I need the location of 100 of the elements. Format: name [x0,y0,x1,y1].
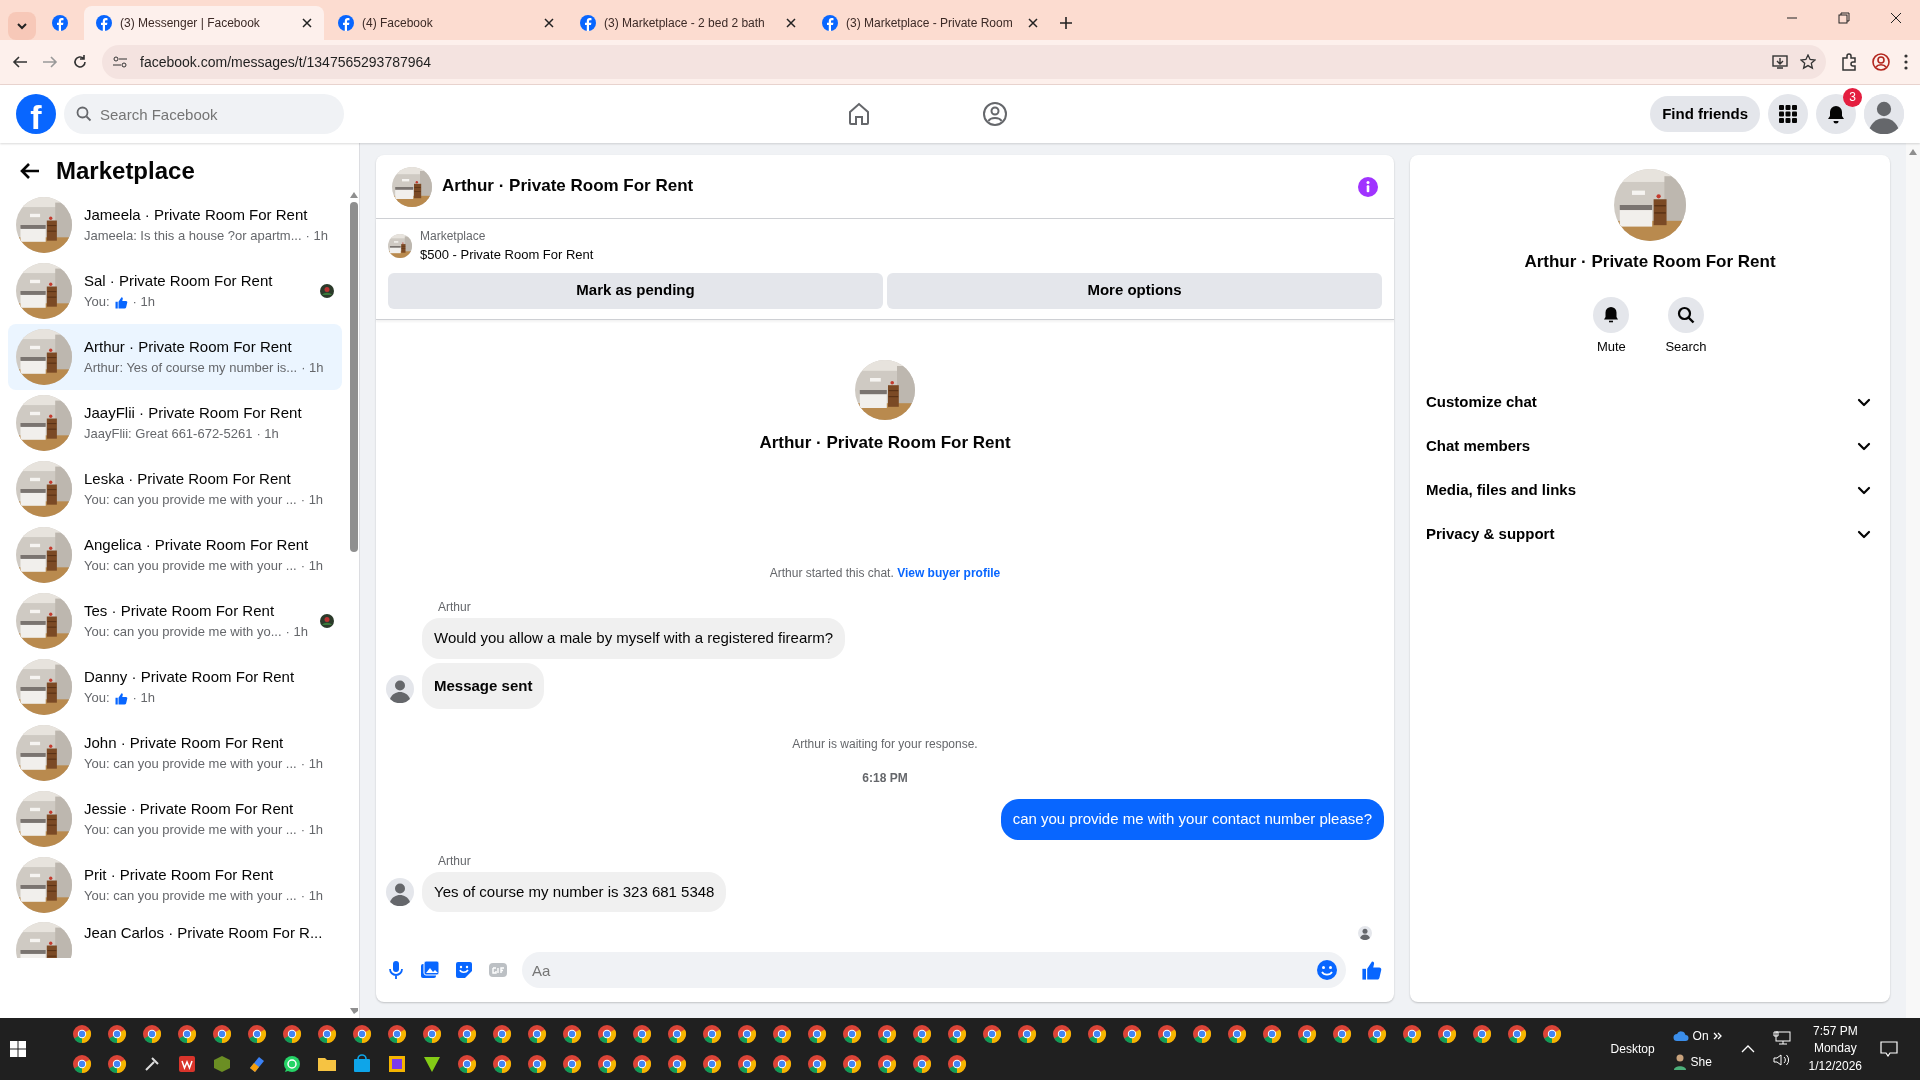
message-time: · 1h [285,623,308,642]
site-settings-icon[interactable] [112,54,128,70]
listing-title[interactable]: $500 - Private Room For Rent [420,245,594,265]
browser-icon [107,1054,127,1074]
browser-icon [737,1024,757,1044]
conversation-name: Leska · Private Room For Rent [84,468,292,489]
details-section[interactable]: Media, files and links [1426,468,1874,512]
forward-icon[interactable] [42,54,58,70]
close-icon[interactable] [1890,12,1902,24]
listing-button[interactable]: Mark as pending [388,272,883,309]
conversation-item[interactable]: Sal · Private Room For Rent You: · 1h [8,257,342,324]
person-icon[interactable] [1672,1054,1687,1070]
volume-icon[interactable] [1772,1053,1791,1067]
browser-icon [562,1054,582,1074]
profile-icon[interactable] [1872,53,1890,71]
clock-date[interactable]: 1/12/2026 [1808,1057,1862,1076]
tray-app-label[interactable]: She [1690,1053,1712,1071]
conversation-item[interactable]: JaayFlii · Private Room For Rent JaayFlii: Great 661-672-5261 · 1h [8,389,342,456]
overflow-icon[interactable] [1712,1032,1723,1040]
details-section[interactable]: Chat members [1426,424,1874,468]
account-button[interactable] [1864,94,1904,134]
close-icon[interactable] [786,18,796,28]
timestamp: 6:18 PM [861,770,909,787]
browser-icon [562,1024,582,1044]
details-section[interactable]: Customize chat [1426,380,1874,424]
home-icon[interactable] [846,101,872,127]
browser-tab[interactable]: (3) Messenger | Facebook [84,6,324,40]
conversation-item[interactable]: Tes · Private Room For Rent You: can you provide me with yo... · 1h [8,587,342,654]
more-icon[interactable] [1904,54,1908,70]
buyer-profile-link[interactable]: View buyer profile [897,566,1001,580]
scroll-up-icon[interactable] [350,191,359,198]
tray-app-label[interactable]: On [1692,1027,1709,1045]
clock-day[interactable]: Monday [1813,1040,1857,1058]
start-icon[interactable] [10,1041,26,1057]
image-icon[interactable] [420,960,440,980]
conversation-name: Angelica · Private Room For Rent [84,534,310,555]
conversation-item[interactable]: Danny · Private Room For Rent You: · 1h [8,653,342,720]
network-icon[interactable] [1772,1031,1791,1045]
find-friends-button[interactable]: Find friends [1650,96,1760,132]
system-message: Arthur started this chat. View buyer profile [768,565,1002,582]
browser-tab[interactable]: (3) Marketplace - 2 bed 2 bath [568,6,808,40]
cloud-icon[interactable] [1672,1030,1689,1042]
microphone-icon[interactable] [386,960,406,980]
people-icon[interactable] [982,101,1008,127]
conversation-item[interactable]: Jameela · Private Room For Rent Jameela: Is this a house ?or apartm... · 1h [8,191,342,258]
apps-menu-button[interactable] [1768,94,1808,134]
message-input[interactable]: Aa [522,952,1346,988]
browser-icon [282,1024,302,1044]
scrollbar-thumb[interactable] [350,201,359,552]
star-icon[interactable] [1800,54,1816,70]
logo-icon [580,15,596,31]
tab-menu-icon[interactable] [8,12,36,40]
browser-icon [492,1054,512,1074]
restore-icon[interactable] [1838,12,1850,24]
conversation-item[interactable]: Leska · Private Room For Rent You: can you provide me with your ... · 1h [8,455,342,522]
search-button[interactable] [1668,296,1704,333]
conversation-item[interactable]: John · Private Room For Rent You: can you provide me with your ... · 1h [8,719,342,786]
browser-tab[interactable]: (4) Facebook [326,6,566,40]
info-icon[interactable] [1358,176,1378,197]
browser-icon [632,1054,652,1074]
browser-icon [1262,1024,1282,1044]
logo[interactable]: f [16,94,56,134]
close-icon[interactable] [544,18,554,28]
browser-icon [1087,1024,1107,1044]
sticker-icon[interactable] [454,960,474,980]
listing-button[interactable]: More options [887,272,1382,309]
details-section[interactable]: Privacy & support [1426,512,1874,556]
reload-icon[interactable] [72,54,88,70]
search-field[interactable]: Search Facebook [64,94,344,134]
back-icon[interactable] [12,54,28,70]
notification-center-icon[interactable] [1880,1041,1898,1057]
browser-icon [1542,1024,1562,1044]
chevron-up-icon[interactable] [1740,1045,1755,1053]
conversation-name: Prit · Private Room For Rent [84,864,275,885]
conversation-item[interactable]: Jessie · Private Room For Rent You: can you provide me with your ... · 1h [8,785,342,852]
conversation-item[interactable]: Jean Carlos · Private Room For R... [8,917,342,958]
close-icon[interactable] [302,18,312,28]
browser-icon [912,1024,932,1044]
address-bar[interactable]: facebook.com/messages/t/1347565293787964 [102,45,1826,79]
conversation-item[interactable]: Arthur · Private Room For Rent Arthur: Yes of course my number is... · 1h [8,323,342,390]
conversation-item[interactable]: Prit · Private Room For Rent You: can you provide me with your ... · 1h [8,851,342,918]
notifications-button[interactable] [1816,94,1856,134]
close-icon[interactable] [1028,18,1038,28]
browser-icon [1052,1024,1072,1044]
message-time: · 1h [300,887,324,906]
sender-name: Arthur [438,852,472,870]
mute-button[interactable] [1593,296,1630,333]
conversation-item[interactable]: Angelica · Private Room For Rent You: can you provide me with your ... · 1h [8,521,342,588]
message-preview: You: can you provide me with your ... [84,887,297,906]
scroll-down-icon[interactable] [350,1008,359,1014]
browser-tab[interactable]: (3) Marketplace - Private Room [810,6,1050,40]
clock-time[interactable]: 7:57 PM [1812,1022,1858,1041]
install-icon[interactable] [1772,54,1788,70]
scroll-up-icon[interactable] [1909,149,1917,155]
thumbs-up-icon [113,294,129,310]
message-time: · 1h [256,425,279,444]
browser-icon [527,1024,547,1044]
extensions-icon[interactable] [1840,53,1858,71]
desktop-label[interactable]: Desktop [1610,1040,1655,1058]
emoji-icon[interactable] [1316,959,1338,981]
